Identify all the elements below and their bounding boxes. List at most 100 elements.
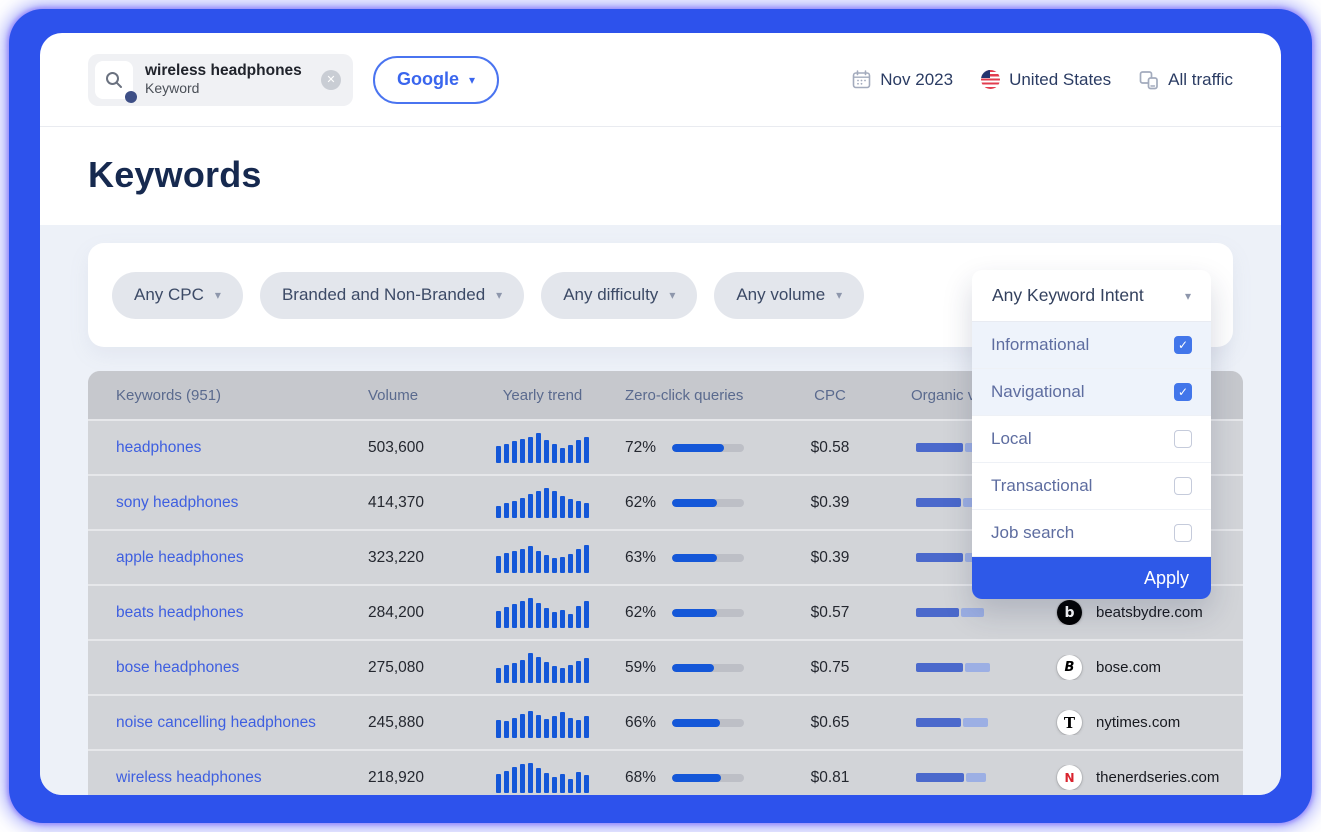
traffic-label: All traffic [1168, 70, 1233, 90]
filter-branded[interactable]: Branded and Non-Branded ▾ [260, 272, 524, 319]
intent-option-job-search[interactable]: Job search [972, 510, 1211, 557]
traffic-selector[interactable]: All traffic [1139, 70, 1233, 90]
zero-click-value: 68% [625, 769, 659, 787]
chevron-down-icon: ▾ [469, 73, 475, 87]
intent-option-label: Informational [991, 335, 1089, 355]
checkbox-icon[interactable] [1174, 430, 1192, 448]
cpc-value: $0.39 [775, 549, 885, 567]
table-row[interactable]: bose headphones 275,080 59% $0.75 Bbose.… [88, 639, 1243, 694]
calendar-icon [852, 70, 871, 89]
zero-click-value: 63% [625, 549, 659, 567]
yearly-trend-sparkline [496, 653, 589, 683]
col-zero-click[interactable]: Zero-click queries [615, 387, 775, 404]
search-engine-dropdown[interactable]: Google ▾ [373, 56, 499, 104]
cpc-value: $0.75 [775, 659, 885, 677]
volume-value: 284,200 [368, 604, 470, 622]
chevron-down-icon: ▾ [496, 288, 502, 302]
intent-option-label: Transactional [991, 476, 1092, 496]
nytimes-logo: T [1057, 710, 1082, 735]
intent-option-label: Job search [991, 523, 1074, 543]
keyword-link[interactable]: bose headphones [116, 659, 239, 676]
col-yearly-trend[interactable]: Yearly trend [470, 387, 615, 404]
domain-text: beatsbydre.com [1096, 604, 1203, 621]
yearly-trend-sparkline [496, 543, 589, 573]
keyword-link[interactable]: beats headphones [116, 604, 244, 621]
organic-vs-bar [916, 663, 994, 672]
search-value[interactable]: wireless headphones [145, 61, 321, 80]
date-selector[interactable]: Nov 2023 [852, 70, 953, 90]
thenerdseries-logo: N [1057, 765, 1082, 790]
us-flag-icon [981, 70, 1000, 89]
intent-option-label: Navigational [991, 382, 1085, 402]
checkbox-icon[interactable]: ✓ [1174, 383, 1192, 401]
filter-cpc[interactable]: Any CPC ▾ [112, 272, 243, 319]
keyword-link[interactable]: apple headphones [116, 549, 244, 566]
keyword-link[interactable]: noise cancelling headphones [116, 714, 316, 731]
cpc-value: $0.57 [775, 604, 885, 622]
yearly-trend-sparkline [496, 433, 589, 463]
keyword-link[interactable]: wireless headphones [116, 769, 262, 786]
search-text[interactable]: wireless headphones Keyword [145, 61, 321, 98]
volume-value: 323,220 [368, 549, 470, 567]
checkbox-icon[interactable] [1174, 477, 1192, 495]
filter-difficulty[interactable]: Any difficulty ▾ [541, 272, 697, 319]
intent-option-informational[interactable]: Informational ✓ [972, 322, 1211, 369]
apply-button[interactable]: Apply [972, 557, 1211, 599]
top-bar: wireless headphones Keyword ✕ Google ▾ [40, 33, 1281, 127]
yearly-trend-sparkline [496, 708, 589, 738]
chevron-down-icon: ▾ [215, 288, 221, 302]
domain-text: nytimes.com [1096, 714, 1180, 731]
cpc-value: $0.81 [775, 769, 885, 787]
all-traffic-icon [1139, 70, 1159, 90]
yearly-trend-sparkline [496, 488, 589, 518]
keyword-mode-dot [125, 91, 137, 103]
zero-click-bar [672, 609, 744, 617]
checkbox-icon[interactable] [1174, 524, 1192, 542]
table-row[interactable]: wireless headphones 218,920 68% $0.81 Nt… [88, 749, 1243, 795]
yearly-trend-sparkline [496, 598, 589, 628]
zero-click-bar [672, 774, 744, 782]
page-title: Keywords [88, 154, 1233, 196]
keyword-search-box[interactable]: wireless headphones Keyword ✕ [88, 54, 353, 106]
filter-difficulty-label: Any difficulty [563, 285, 658, 305]
yearly-trend-sparkline [496, 763, 589, 793]
search-mode-label: Keyword [145, 80, 321, 98]
intent-option-local[interactable]: Local [972, 416, 1211, 463]
filter-cpc-label: Any CPC [134, 285, 204, 305]
table-row[interactable]: noise cancelling headphones 245,880 66% … [88, 694, 1243, 749]
keyword-link[interactable]: sony headphones [116, 494, 238, 511]
keyword-intent-dropdown-toggle[interactable]: Any Keyword Intent ▾ [972, 270, 1211, 322]
organic-vs-bar [916, 773, 994, 782]
filter-branded-label: Branded and Non-Branded [282, 285, 485, 305]
keyword-intent-label: Any Keyword Intent [992, 285, 1144, 306]
country-selector[interactable]: United States [981, 70, 1111, 90]
filter-volume-label: Any volume [736, 285, 825, 305]
apply-button-label: Apply [1144, 568, 1189, 589]
content-section: Any CPC ▾ Branded and Non-Branded ▾ Any … [40, 225, 1281, 795]
topbar-meta: Nov 2023 United States All traffic [852, 70, 1233, 90]
zero-click-value: 62% [625, 494, 659, 512]
country-label: United States [1009, 70, 1111, 90]
organic-vs-bar [916, 718, 994, 727]
bose-logo: B [1057, 655, 1082, 680]
domain-text: bose.com [1096, 659, 1161, 676]
search-tile [95, 61, 133, 99]
filter-volume[interactable]: Any volume ▾ [714, 272, 864, 319]
keyword-link[interactable]: headphones [116, 439, 201, 456]
keyword-intent-dropdown-panel: Any Keyword Intent ▾ Informational ✓ Nav… [972, 270, 1211, 599]
zero-click-bar [672, 664, 744, 672]
col-cpc[interactable]: CPC [775, 387, 885, 404]
col-volume[interactable]: Volume [368, 387, 470, 404]
col-keywords[interactable]: Keywords (951) [88, 387, 368, 404]
clear-search-icon[interactable]: ✕ [321, 70, 341, 90]
chevron-down-icon: ▾ [669, 288, 675, 302]
intent-option-navigational[interactable]: Navigational ✓ [972, 369, 1211, 416]
volume-value: 414,370 [368, 494, 470, 512]
checkbox-icon[interactable]: ✓ [1174, 336, 1192, 354]
cpc-value: $0.39 [775, 494, 885, 512]
intent-option-transactional[interactable]: Transactional [972, 463, 1211, 510]
zero-click-bar [672, 719, 744, 727]
engine-label: Google [397, 69, 459, 90]
title-area: Keywords [40, 127, 1281, 225]
volume-value: 503,600 [368, 439, 470, 457]
